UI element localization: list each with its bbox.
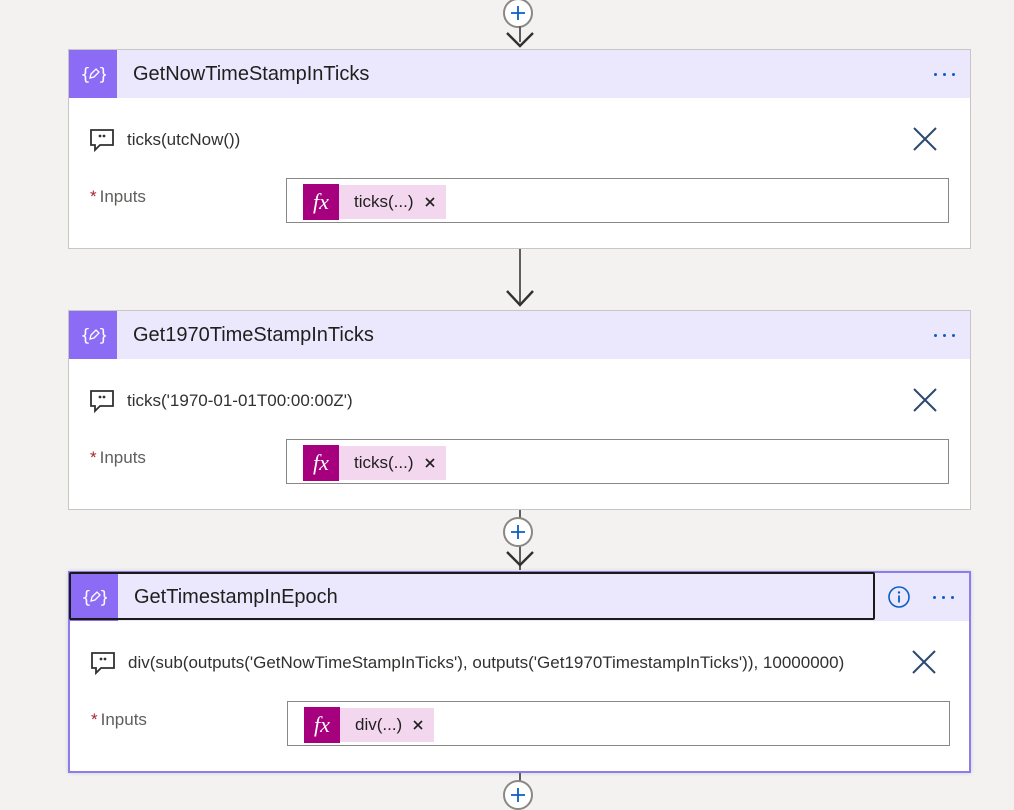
- close-comment-button[interactable]: [910, 385, 940, 415]
- inputs-label: * Inputs: [90, 448, 146, 467]
- expression-token[interactable]: fx div(...): [304, 706, 435, 743]
- card-title[interactable]: GetNowTimeStampInTicks: [133, 63, 369, 86]
- add-step-icon: [511, 788, 525, 802]
- comment-icon: [90, 390, 114, 413]
- more-options-button[interactable]: [930, 323, 958, 347]
- info-button[interactable]: [887, 585, 911, 609]
- arrow-down-icon: [506, 32, 534, 48]
- card-header[interactable]: {} GetTimestampInEpoch: [69, 572, 969, 621]
- more-options-button[interactable]: [930, 62, 958, 86]
- info-icon: [888, 586, 910, 608]
- add-step-icon: [511, 525, 525, 539]
- fx-icon: fx: [304, 706, 340, 743]
- action-card-get-now-ticks[interactable]: {} GetNowTimeStampInTicks ticks(utcNow()…: [68, 49, 971, 249]
- fx-icon: fx: [303, 183, 339, 220]
- inputs-label: * Inputs: [90, 187, 146, 206]
- comment-row: ticks('1970-01-01T00:00:00Z'): [89, 387, 353, 415]
- card-header[interactable]: {} Get1970TimeStampInTicks: [69, 311, 970, 359]
- insert-step-button[interactable]: [503, 517, 533, 547]
- compose-icon: {}: [69, 50, 117, 98]
- arrow-down-icon: [506, 290, 534, 307]
- card-title[interactable]: Get1970TimeStampInTicks: [133, 324, 374, 347]
- token-remove-button[interactable]: [424, 195, 438, 209]
- svg-text:}: }: [98, 65, 106, 85]
- insert-step-button-bottom[interactable]: [503, 780, 533, 810]
- svg-text:}: }: [99, 588, 107, 608]
- expression-token[interactable]: fx ticks(...): [303, 444, 446, 481]
- comment-icon: [90, 129, 114, 152]
- comment-row: div(sub(outputs('GetNowTimeStampInTicks'…: [90, 649, 844, 677]
- comment-text: div(sub(outputs('GetNowTimeStampInTicks'…: [128, 653, 845, 672]
- token-label: div(...): [355, 715, 403, 734]
- action-card-get-epoch[interactable]: {} GetTimestampInEpoch div(sub(outputs('…: [68, 571, 971, 773]
- comment-text: ticks('1970-01-01T00:00:00Z'): [127, 391, 353, 410]
- insert-step-button-top[interactable]: [503, 0, 533, 28]
- token-remove-icon: [413, 720, 423, 730]
- expression-token[interactable]: fx ticks(...): [303, 183, 446, 220]
- card-title[interactable]: GetTimestampInEpoch: [134, 586, 338, 609]
- close-comment-button[interactable]: [909, 647, 939, 677]
- close-icon: [913, 388, 937, 412]
- compose-icon: {}: [70, 573, 118, 621]
- token-label: ticks(...): [354, 192, 414, 211]
- token-remove-button[interactable]: [424, 456, 438, 470]
- card-header[interactable]: {} GetNowTimeStampInTicks: [69, 50, 970, 98]
- svg-text:{: {: [81, 588, 92, 608]
- token-label: ticks(...): [354, 453, 414, 472]
- token-remove-button[interactable]: [412, 718, 426, 732]
- more-options-button[interactable]: [929, 585, 957, 609]
- inputs-field[interactable]: fx ticks(...): [286, 439, 949, 484]
- token-remove-icon: [424, 458, 435, 468]
- compose-icon: {}: [69, 311, 117, 359]
- svg-text:}: }: [98, 326, 106, 346]
- token-remove-icon: [424, 197, 435, 207]
- fx-icon: fx: [303, 444, 339, 481]
- comment-text: ticks(utcNow()): [127, 130, 241, 149]
- inputs-label: * Inputs: [91, 710, 147, 729]
- action-card-get-1970-ticks[interactable]: {} Get1970TimeStampInTicks ticks('1970-0…: [68, 310, 971, 510]
- svg-text:{: {: [80, 65, 91, 85]
- comment-row: ticks(utcNow()): [89, 126, 240, 154]
- add-step-icon: [511, 6, 525, 20]
- close-icon: [912, 650, 936, 674]
- svg-text:{: {: [80, 326, 91, 346]
- arrow-down-icon: [506, 551, 534, 567]
- inputs-field[interactable]: fx div(...): [287, 701, 950, 746]
- inputs-field[interactable]: fx ticks(...): [286, 178, 949, 223]
- close-icon: [913, 127, 937, 151]
- comment-icon: [91, 652, 115, 675]
- close-comment-button[interactable]: [910, 124, 940, 154]
